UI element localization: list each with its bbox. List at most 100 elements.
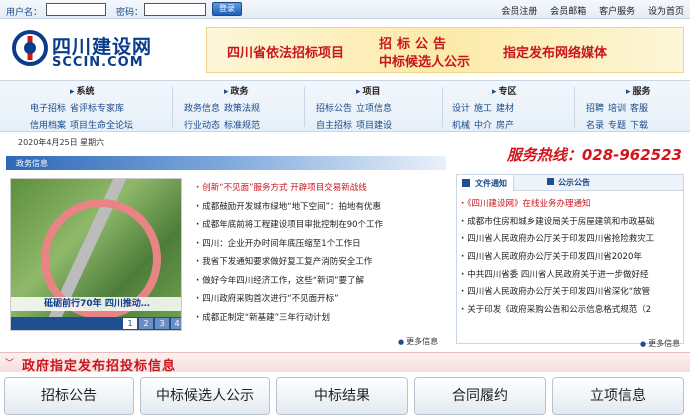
banner-left-text: 四川省依法招标项目: [227, 46, 345, 61]
slider-pager: 1 2 3 4: [11, 317, 181, 330]
nav-link[interactable]: 信用档案: [30, 121, 66, 131]
nav-link[interactable]: 培训: [608, 104, 626, 114]
category-nav: 系统 电子招标省评标专家库 信用档案项目生命全论坛 政务 政务信息政策法规 行业…: [0, 80, 690, 132]
news-item[interactable]: 做好今年四川经济工作，这些“新词”要了解: [196, 274, 446, 293]
nav-link[interactable]: 省评标专家库: [70, 104, 124, 114]
tab-label: 文件通知: [475, 179, 507, 188]
category-title[interactable]: 服务: [586, 84, 652, 97]
username-label: 用户名：: [6, 8, 43, 18]
news-item[interactable]: 创新“不见面”服务方式 开辟项目交易新战线: [196, 181, 446, 200]
news-item[interactable]: 四川：企业开办时间年底压缩至1个工作日: [196, 237, 446, 256]
nav-link[interactable]: 行业动态: [184, 121, 220, 131]
top-bar: 用户名： 密码： 登录 会员注册 会员邮箱 客户服务 设为首页: [0, 0, 690, 19]
service-hotline: 服务热线：028-962523: [506, 146, 682, 164]
category-service: 服务 招聘培训客服 名录专题下载: [586, 84, 652, 131]
slider-caption[interactable]: 砥砺前行70年 四川推动…: [11, 297, 181, 311]
tender-announcement-button[interactable]: 招标公告: [4, 377, 134, 415]
notice-item[interactable]: 成都市住房和城乡建设局关于房屋建筑和市政基础: [461, 215, 681, 233]
slider-page-3[interactable]: 3: [155, 318, 169, 329]
category-zone: 专区 设计施工建材 机械中介房产: [452, 84, 518, 131]
notice-icon: [547, 178, 554, 185]
nav-link[interactable]: 下载: [630, 121, 648, 131]
news-item[interactable]: 我省下发通知要求做好复工复产消防安全工作: [196, 255, 446, 274]
logo-icon[interactable]: [12, 30, 48, 66]
chevron-down-icon: ﹀: [5, 359, 15, 369]
news-item[interactable]: 四川政府采购首次进行“不见面开标”: [196, 292, 446, 311]
notice-panel: 文件通知 公示公告 《四川建设网》在线业务办理通知 成都市住房和城乡建设局关于房…: [456, 174, 684, 344]
category-title[interactable]: 项目: [316, 84, 396, 97]
tender-info-title: 政府指定发布招投标信息: [22, 359, 177, 374]
tab-file-notice[interactable]: 文件通知: [457, 175, 514, 191]
nav-link[interactable]: 招标公告: [316, 104, 352, 114]
slider-page-2[interactable]: 2: [139, 318, 153, 329]
nav-link[interactable]: 中介: [474, 121, 492, 131]
tender-info-bar: ﹀ 政府指定发布招投标信息: [0, 352, 690, 374]
news-item[interactable]: 成都正制定“新基建”三年行动计划: [196, 311, 446, 330]
nav-link[interactable]: 电子招标: [30, 104, 66, 114]
password-input[interactable]: [144, 3, 206, 16]
notice-item[interactable]: 四川省人民政府办公厅关于印发四川省抢险救灾工: [461, 232, 681, 250]
image-slider[interactable]: 砥砺前行70年 四川推动… 1 2 3 4: [10, 178, 182, 331]
nav-link[interactable]: 政务信息: [184, 104, 220, 114]
logo-domain[interactable]: SCCIN.COM: [52, 55, 144, 70]
section-title[interactable]: 政务信息: [16, 158, 48, 169]
contract-performance-button[interactable]: 合同履约: [414, 377, 546, 415]
section-bar: 政务信息: [6, 156, 446, 170]
project-approval-button[interactable]: 立项信息: [552, 377, 684, 415]
login-button[interactable]: 登录: [212, 2, 242, 16]
username-input[interactable]: [46, 3, 106, 16]
nav-link[interactable]: 专题: [608, 121, 626, 131]
site-header: 四川建设网 SCCIN.COM 四川省依法招标项目 招标公告 中标候选人公示 指…: [0, 20, 690, 78]
category-system: 系统 电子招标省评标专家库 信用档案项目生命全论坛: [30, 84, 137, 131]
bid-result-button[interactable]: 中标结果: [276, 377, 408, 415]
news-item[interactable]: 成都鼓励开发城市绿地“地下空间”：拍地有优惠: [196, 200, 446, 219]
set-homepage-link[interactable]: 设为首页: [648, 7, 684, 17]
notice-item[interactable]: 关于印发《政府采购公告和公示信息格式规范（2: [461, 303, 681, 321]
news-list: 创新“不见面”服务方式 开辟项目交易新战线 成都鼓励开发城市绿地“地下空间”：拍…: [196, 181, 446, 329]
category-project: 项目 招标公告立项信息 自主招标项目建设: [316, 84, 396, 131]
register-link[interactable]: 会员注册: [501, 7, 537, 17]
customer-service-link[interactable]: 客户服务: [599, 7, 635, 17]
nav-link[interactable]: 立项信息: [356, 104, 392, 114]
nav-link[interactable]: 建材: [496, 104, 514, 114]
nav-link[interactable]: 客服: [630, 104, 648, 114]
nav-link[interactable]: 名录: [586, 121, 604, 131]
nav-link[interactable]: 施工: [474, 104, 492, 114]
news-item[interactable]: 成都年底前将工程建设项目审批控制在90个工作: [196, 218, 446, 237]
divider: [304, 87, 305, 127]
tab-public-notice[interactable]: 公示公告: [547, 177, 590, 188]
category-title[interactable]: 系统: [30, 84, 137, 97]
slider-page-4[interactable]: 4: [171, 318, 181, 329]
header-banner[interactable]: 四川省依法招标项目 招标公告 中标候选人公示 指定发布网络媒体: [206, 27, 684, 73]
nav-link[interactable]: 机械: [452, 121, 470, 131]
category-government: 政务 政务信息政策法规 行业动态标准规范: [184, 84, 264, 131]
divider: [574, 87, 575, 127]
news-more-link[interactable]: 更多信息: [398, 336, 438, 347]
divider: [442, 87, 443, 127]
category-title[interactable]: 专区: [452, 84, 518, 97]
nav-link[interactable]: 项目建设: [356, 121, 392, 131]
tab-label: 公示公告: [558, 178, 590, 187]
nav-link[interactable]: 标准规范: [224, 121, 260, 131]
notice-item[interactable]: 四川省人民政府办公厅关于印发四川省2020年: [461, 250, 681, 268]
notice-item[interactable]: 《四川建设网》在线业务办理通知: [461, 197, 681, 215]
category-title[interactable]: 政务: [184, 84, 264, 97]
current-date: 2020年4月25日 星期六: [18, 138, 105, 147]
nav-link[interactable]: 招聘: [586, 104, 604, 114]
password-label: 密码：: [116, 8, 144, 18]
banner-mid-top-text: 招标公告: [379, 37, 452, 52]
slider-page-1[interactable]: 1: [123, 318, 137, 329]
winning-candidate-button[interactable]: 中标候选人公示: [140, 377, 270, 415]
notice-more-link[interactable]: 更多信息: [640, 338, 680, 349]
notice-list: 《四川建设网》在线业务办理通知 成都市住房和城乡建设局关于房屋建筑和市政基础 四…: [461, 197, 681, 321]
member-mail-link[interactable]: 会员邮箱: [550, 7, 586, 17]
nav-link[interactable]: 房产: [496, 121, 514, 131]
notice-item[interactable]: 中共四川省委 四川省人民政府关于进一步做好经: [461, 268, 681, 286]
notice-item[interactable]: 四川省人民政府办公厅关于印发四川省深化“放管: [461, 285, 681, 303]
nav-link[interactable]: 政策法规: [224, 104, 260, 114]
nav-link[interactable]: 设计: [452, 104, 470, 114]
notice-tabs: 文件通知 公示公告: [457, 175, 683, 191]
folder-icon: [462, 179, 470, 187]
nav-link[interactable]: 项目生命全论坛: [70, 121, 133, 131]
nav-link[interactable]: 自主招标: [316, 121, 352, 131]
